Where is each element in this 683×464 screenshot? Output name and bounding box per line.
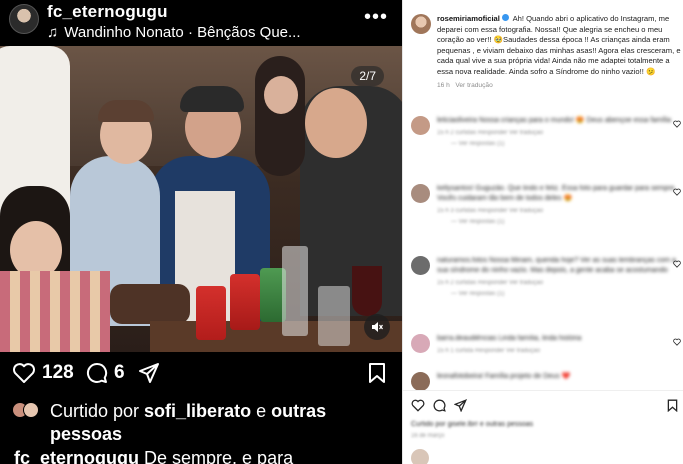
view-replies[interactable]: — Ver respostas (1) bbox=[451, 219, 681, 225]
send-icon[interactable] bbox=[454, 399, 467, 412]
avatar[interactable] bbox=[411, 372, 430, 391]
comment-item: leticiaoliveira Nossa crianças para o mu… bbox=[411, 116, 681, 147]
comment-meta: 15 h 2 curtidas Responder Ver tradução bbox=[437, 280, 544, 286]
heart-icon[interactable] bbox=[673, 260, 681, 268]
post-photo[interactable]: 2/7 bbox=[0, 46, 402, 352]
heart-icon[interactable] bbox=[12, 362, 36, 384]
view-replies[interactable]: — Ver respostas (1) bbox=[451, 291, 681, 297]
photo-girl-shirt bbox=[0, 271, 110, 352]
photo-counter: 2/7 bbox=[351, 66, 384, 86]
heart-icon[interactable] bbox=[673, 188, 681, 196]
photo-wine-glass bbox=[352, 266, 382, 316]
caption-username[interactable]: fc_eternogugu bbox=[14, 448, 139, 464]
translate-link[interactable]: Ver tradução bbox=[455, 82, 492, 89]
post-panel: fc_eternogugu ♫ Wandinho Nonato · Bênçãos… bbox=[0, 0, 402, 464]
post-caption: fc_eternogugu De sempre, e para bbox=[14, 448, 293, 464]
save-action[interactable] bbox=[368, 362, 386, 384]
comment-text: kellysantos! Guguzão. Que lindo e feliz.… bbox=[437, 185, 677, 202]
liked-by-mid: e bbox=[251, 401, 272, 421]
photo-girl-back bbox=[255, 56, 305, 176]
heart-icon[interactable] bbox=[411, 399, 425, 412]
verified-badge-icon bbox=[501, 14, 509, 21]
photo-glass-2 bbox=[318, 286, 350, 346]
comment-meta: 15 h 2 curtidas Responder Ver tradução bbox=[437, 130, 544, 136]
avatar bbox=[411, 449, 429, 464]
comment-item: naturamos.fotos Nossa Miriam, querida ho… bbox=[411, 256, 681, 297]
comment-text: barra.deaudiências Linda família, linda … bbox=[437, 335, 582, 342]
heart-icon[interactable] bbox=[673, 338, 681, 346]
comments-action-bar: Curtido por gisele.lbrr e outras pessoas… bbox=[403, 390, 683, 464]
photo-woman-hair bbox=[180, 86, 244, 112]
bookmark-icon[interactable] bbox=[667, 399, 678, 412]
comment-time: 16 h bbox=[437, 81, 450, 89]
comments-panel: rosemiriamoficial Ah! Quando abri o apli… bbox=[402, 0, 683, 464]
photo-man-face bbox=[305, 88, 367, 158]
comment-text: leonafotobeira! Família projeto de Deus … bbox=[437, 373, 571, 380]
main-comment-meta: 16 h Ver tradução bbox=[437, 82, 681, 89]
heart-icon[interactable] bbox=[673, 120, 681, 128]
comment-text: naturamos.fotos Nossa Miriam, querida ho… bbox=[437, 257, 676, 274]
mute-icon[interactable] bbox=[364, 314, 390, 340]
post-header: fc_eternogugu ♫ Wandinho Nonato · Bênçãos… bbox=[0, 0, 402, 44]
comment-body: Ah! Quando abri o aplicativo do Instagra… bbox=[437, 14, 681, 76]
comments-liked-by[interactable]: Curtido por gisele.lbrr e outras pessoas bbox=[411, 421, 533, 428]
comment-item: leonafotobeira! Família projeto de Deus … bbox=[411, 372, 681, 391]
comment-icon[interactable] bbox=[86, 362, 108, 384]
send-icon[interactable] bbox=[138, 362, 160, 384]
comment-action[interactable]: 6 bbox=[86, 362, 125, 384]
avatar bbox=[23, 402, 39, 418]
photo-can-1 bbox=[196, 286, 226, 340]
post-date: 16 de março bbox=[411, 433, 445, 439]
music-label[interactable]: ♫ Wandinho Nonato · Bênçãos Que... bbox=[47, 24, 301, 41]
comment-item: barra.deaudiências Linda família, linda … bbox=[411, 334, 681, 354]
music-note-icon: ♫ bbox=[47, 24, 59, 41]
photo-can-2 bbox=[230, 274, 260, 330]
liked-by-avatars bbox=[12, 402, 42, 422]
main-comment: rosemiriamoficial Ah! Quando abri o apli… bbox=[411, 14, 681, 89]
bookmark-icon[interactable] bbox=[368, 362, 386, 384]
avatar[interactable] bbox=[411, 184, 430, 203]
avatar[interactable] bbox=[9, 4, 39, 34]
music-title: Wandinho Nonato · Bênçãos Que... bbox=[64, 24, 301, 41]
view-replies[interactable]: — Ver respostas (1) bbox=[451, 141, 681, 147]
liked-by-user[interactable]: sofi_liberato bbox=[144, 401, 251, 421]
photo-chair bbox=[110, 284, 190, 324]
comment-count: 6 bbox=[114, 362, 125, 383]
liked-by-text: Curtido por sofi_liberato e outras pesso… bbox=[50, 400, 390, 446]
comment-item: kellysantos! Guguzão. Que lindo e feliz.… bbox=[411, 184, 681, 225]
photo-girl-back-face bbox=[264, 76, 298, 114]
more-horizontal-icon[interactable]: ••• bbox=[364, 6, 388, 29]
liked-by[interactable]: Curtido por sofi_liberato e outras pesso… bbox=[12, 400, 390, 446]
avatar[interactable] bbox=[411, 116, 430, 135]
liked-by-prefix: Curtido por bbox=[50, 401, 145, 421]
main-comment-text: rosemiriamoficial Ah! Quando abri o apli… bbox=[437, 14, 681, 78]
comment-meta: 15 h 1 curtida Responder Ver tradução bbox=[437, 348, 541, 354]
comment-icon[interactable] bbox=[433, 399, 446, 412]
like-action[interactable]: 128 bbox=[12, 362, 74, 384]
photo-glass-1 bbox=[282, 246, 308, 336]
comment-meta: 15 h 3 curtidas Responder Ver tradução bbox=[437, 208, 544, 214]
comment-author[interactable]: rosemiriamoficial bbox=[437, 14, 500, 23]
avatar[interactable] bbox=[411, 334, 430, 353]
avatar[interactable] bbox=[411, 14, 431, 34]
comment-text: leticiaoliveira Nossa crianças para o mu… bbox=[437, 117, 671, 124]
post-actions: 128 6 bbox=[0, 360, 402, 394]
like-count: 128 bbox=[42, 362, 74, 383]
comments-action-icons bbox=[411, 399, 467, 412]
caption-text: De sempre, e para bbox=[139, 448, 294, 464]
share-action[interactable] bbox=[138, 362, 160, 384]
photo-boy-hair bbox=[98, 100, 154, 122]
avatar[interactable] bbox=[411, 256, 430, 275]
post-username[interactable]: fc_eternogugu bbox=[47, 2, 168, 22]
